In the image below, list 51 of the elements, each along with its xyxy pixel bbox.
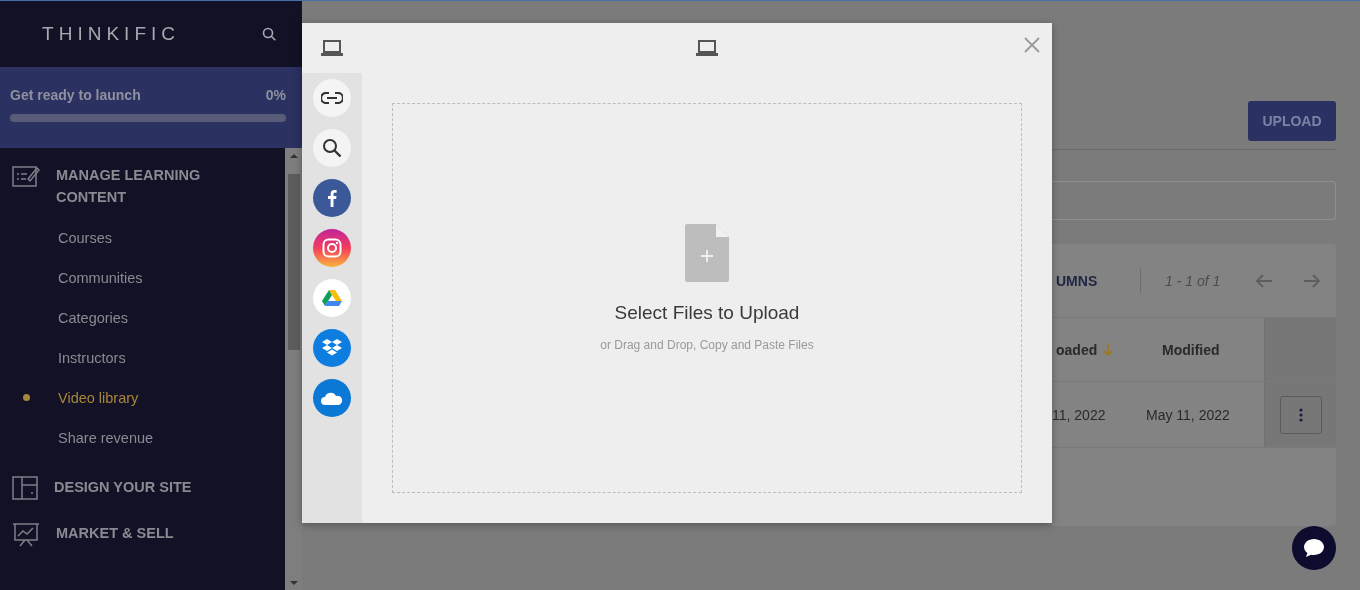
link-source-button[interactable] [313, 79, 351, 117]
launch-percent: 0% [265, 87, 286, 103]
scroll-down-icon[interactable] [289, 581, 298, 586]
nav-section-title[interactable]: MARKET & SELL [56, 522, 246, 544]
layout-icon [12, 476, 38, 500]
scrollbar[interactable] [285, 148, 302, 590]
instagram-source-button[interactable] [313, 229, 351, 267]
laptop-icon [321, 39, 343, 57]
table-cell-text: May 11, 2022 [1146, 406, 1231, 423]
drop-zone-hint: or Drag and Drop, Copy and Paste Files [600, 338, 814, 352]
column-header[interactable]: oaded [1056, 341, 1162, 358]
drive-source-button[interactable] [313, 279, 351, 317]
add-file-icon [685, 224, 729, 282]
sort-arrow-icon [1103, 342, 1114, 357]
close-icon [1024, 37, 1040, 53]
search-icon [322, 138, 342, 158]
table-cell-text: 11, 2022 [1052, 406, 1107, 423]
edit-icon [12, 164, 40, 188]
nav-item[interactable]: Courses [0, 218, 285, 258]
upload-button[interactable]: UPLOAD [1248, 101, 1336, 141]
laptop-icon [696, 39, 718, 57]
nav-item[interactable]: Instructors [0, 338, 285, 378]
nav-item[interactable]: Video library [0, 378, 285, 418]
dropbox-source-button[interactable] [313, 329, 351, 367]
cloud-source-button[interactable] [313, 379, 351, 417]
nav-item[interactable]: Share revenue [0, 418, 285, 458]
dropbox-icon [321, 338, 343, 358]
logo: THINKIFIC [42, 23, 180, 45]
columns-button[interactable]: UMNS [1056, 272, 1140, 289]
drop-zone-title: Select Files to Upload [614, 302, 800, 324]
facebook-source-button[interactable] [313, 179, 351, 217]
drive-icon [322, 289, 342, 307]
nav-section-title[interactable]: MANAGE LEARNING CONTENT [56, 164, 246, 208]
presentation-icon [12, 522, 40, 548]
search-icon[interactable] [262, 27, 276, 41]
launch-label: Get ready to launch [10, 87, 141, 103]
search-field[interactable] [1052, 181, 1336, 220]
nav-item[interactable]: Communities [0, 258, 285, 298]
nav-section-title[interactable]: DESIGN YOUR SITE [54, 476, 244, 498]
facebook-icon [327, 189, 337, 207]
column-header[interactable]: Modified [1162, 341, 1262, 358]
nav-item[interactable]: Categories [0, 298, 285, 338]
kebab-icon [1298, 407, 1303, 422]
cloud-icon [320, 391, 344, 405]
instagram-icon [322, 238, 342, 258]
search-source-button[interactable] [313, 129, 351, 167]
speech-bubble-icon [1303, 538, 1325, 558]
chat-button[interactable] [1292, 526, 1336, 570]
scroll-up-icon[interactable] [289, 153, 298, 158]
link-icon [321, 92, 343, 104]
drop-zone[interactable]: Select Files to Upload or Drag and Drop, Copy and Paste Files [392, 103, 1022, 493]
